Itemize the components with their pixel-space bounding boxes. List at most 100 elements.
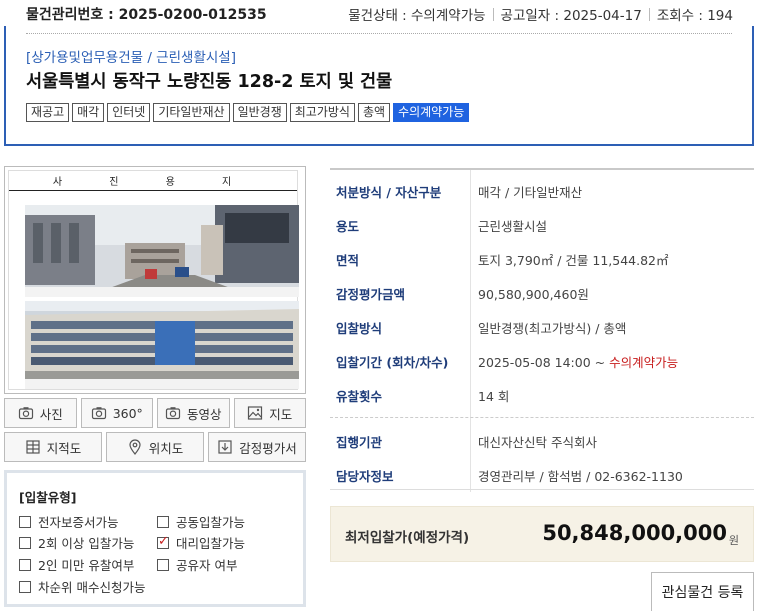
- item-status: 물건상태 : 수의계약가능: [348, 8, 486, 24]
- price-label: 최저입찰가(예정가격): [345, 530, 470, 546]
- separator: [648, 8, 650, 21]
- detail-label: 용도: [336, 219, 360, 234]
- grid-icon: [26, 440, 40, 454]
- bid-option-label: 전자보증서가능: [38, 515, 119, 530]
- notice-date: 공고일자 : 2025-04-17: [500, 8, 642, 24]
- appraisal-report-button-label: 감정평가서: [239, 440, 297, 456]
- checkbox-checked[interactable]: [157, 534, 169, 549]
- bid-option-label: 공유자 여부: [176, 558, 238, 573]
- location-map-button-label: 위치도: [148, 440, 184, 456]
- bid-period-status: 수의계약가능: [609, 355, 679, 370]
- building-photo: [25, 301, 299, 389]
- detail-value: 토지 3,790㎡ / 건물 11,544.82㎡: [478, 253, 669, 268]
- tag-active: 수의계약가능: [393, 103, 470, 122]
- property-category: [상가용및업무용건물 / 근린생활시설]: [26, 50, 236, 66]
- bid-option[interactable]: 대리입찰가능: [157, 533, 245, 552]
- checkbox[interactable]: [157, 515, 169, 528]
- detail-value: 2025-05-08 14:00 ~ 수의계약가능: [478, 352, 678, 371]
- detail-value: 근린생활시설: [478, 219, 548, 234]
- detail-label: 입찰기간 (회차/차수): [336, 355, 449, 370]
- tag: 매각: [72, 103, 105, 122]
- photo-sheet-title: 사 진 용 지: [9, 173, 297, 191]
- cadastral-map-button[interactable]: 지적도: [4, 432, 102, 462]
- tag: 인터넷: [107, 103, 151, 122]
- bid-option[interactable]: 2회 이상 입찰가능: [19, 533, 134, 552]
- tag: 기타일반재산: [153, 103, 230, 122]
- section-divider: [330, 417, 754, 418]
- checkbox[interactable]: [19, 515, 31, 528]
- document-buttons-row: 지적도 위치도 감정평가서: [4, 432, 306, 462]
- top-bar: 물건관리번호 : 2025-0200-012535 물건상태 : 수의계약가능 공…: [0, 0, 763, 26]
- checkbox[interactable]: [19, 558, 31, 571]
- map-pin-icon: [129, 439, 141, 455]
- bid-option-label: 2회 이상 입찰가능: [38, 536, 135, 551]
- detail-value: 일반경쟁(최고가방식) / 총액: [478, 321, 627, 336]
- price-unit: 원: [728, 534, 739, 547]
- separator: [492, 8, 494, 21]
- view-360-button-label: 360°: [112, 405, 143, 421]
- bid-option-label: 차순위 매수신청가능: [38, 580, 146, 595]
- appraisal-report-button[interactable]: 감정평가서: [208, 432, 306, 462]
- detail-label: 입찰방식: [336, 321, 383, 336]
- map-button[interactable]: 지도: [233, 398, 306, 428]
- detail-value: 90,580,900,460원: [478, 287, 589, 302]
- camera-icon: [165, 407, 181, 420]
- image-icon: [248, 406, 263, 420]
- map-button-label: 지도: [269, 406, 293, 422]
- property-title: 서울특별시 동작구 노량진동 128-2 토지 및 건물: [26, 72, 393, 92]
- media-buttons-row: 사진 360° 동영상 지도: [4, 398, 306, 428]
- bid-option-label: 2인 미만 유찰여부: [38, 558, 135, 573]
- bid-option[interactable]: 2인 미만 유찰여부: [19, 555, 134, 574]
- detail-label: 유찰횟수: [336, 389, 383, 404]
- add-to-favorites-button[interactable]: 관심물건 등록: [651, 572, 754, 611]
- video-button[interactable]: 동영상: [157, 398, 230, 428]
- bid-period-date: 2025-05-08 14:00 ~: [478, 355, 610, 370]
- property-details: 처분방식 / 자산구분 매각 / 기타일반재산 용도 근린생활시설 면적 토지 …: [330, 168, 754, 492]
- bid-option-label: 대리입찰가능: [176, 536, 246, 551]
- location-map-button[interactable]: 위치도: [106, 432, 204, 462]
- camera-icon: [91, 407, 106, 420]
- photo-sheet: 사 진 용 지: [8, 170, 299, 390]
- detail-label: 담당자정보: [336, 469, 394, 484]
- detail-label: 면적: [336, 253, 360, 268]
- camera-icon: [18, 407, 33, 420]
- tag: 최고가방식: [289, 103, 355, 122]
- tag: 재공고: [26, 103, 70, 122]
- tag: 일반경쟁: [232, 103, 287, 122]
- item-meta: 물건상태 : 수의계약가능 공고일자 : 2025-04-17 조회수 : 194: [348, 4, 733, 24]
- bid-type-panel: [입찰유형] 전자보증서가능 공동입찰가능 2회 이상 입찰가능 대리입찰가능 …: [4, 470, 306, 607]
- detail-value: 14 회: [478, 389, 510, 404]
- view-360-button[interactable]: 360°: [80, 398, 153, 428]
- column-divider: [470, 170, 471, 492]
- detail-label: 처분방식 / 자산구분: [336, 185, 442, 200]
- checkbox[interactable]: [19, 536, 31, 549]
- checkbox[interactable]: [157, 558, 169, 571]
- download-icon: [218, 440, 232, 454]
- bid-option[interactable]: 공유자 여부: [157, 555, 237, 574]
- detail-value: 경영관리부 / 함석범 / 02-6362-1130: [478, 469, 683, 484]
- bid-option[interactable]: 전자보증서가능: [19, 512, 119, 531]
- detail-value: 매각 / 기타일반재산: [478, 185, 583, 200]
- detail-value: 대신자산신탁 주식회사: [478, 435, 597, 450]
- bid-option[interactable]: 공동입찰가능: [157, 512, 245, 531]
- photo-button-label: 사진: [39, 406, 63, 422]
- tag-list: 재공고 매각 인터넷 기타일반재산 일반경쟁 최고가방식 총액 수의계약가능: [26, 103, 470, 122]
- video-button-label: 동영상: [186, 406, 222, 422]
- checkbox[interactable]: [19, 580, 31, 593]
- bid-option[interactable]: 차순위 매수신청가능: [19, 577, 145, 596]
- divider: [330, 489, 754, 490]
- property-header: [상가용및업무용건물 / 근린생활시설] 서울특별시 동작구 노량진동 128-…: [4, 26, 754, 146]
- view-count: 조회수 : 194: [656, 8, 733, 24]
- tag: 총액: [357, 103, 391, 122]
- photo-button[interactable]: 사진: [4, 398, 77, 428]
- property-photo[interactable]: 사 진 용 지: [4, 166, 306, 394]
- detail-label: 감정평가금액: [336, 287, 406, 302]
- price-value: 50,848,000,000: [542, 521, 727, 545]
- bid-option-label: 공동입찰가능: [176, 515, 246, 530]
- minimum-bid-price: 최저입찰가(예정가격) 50,848,000,000 원: [330, 506, 754, 562]
- cadastral-map-button-label: 지적도: [46, 440, 82, 456]
- street-photo: [25, 205, 299, 297]
- management-number: 물건관리번호 : 2025-0200-012535: [26, 7, 267, 23]
- divider: [26, 33, 732, 34]
- bid-type-title: [입찰유형]: [19, 490, 77, 505]
